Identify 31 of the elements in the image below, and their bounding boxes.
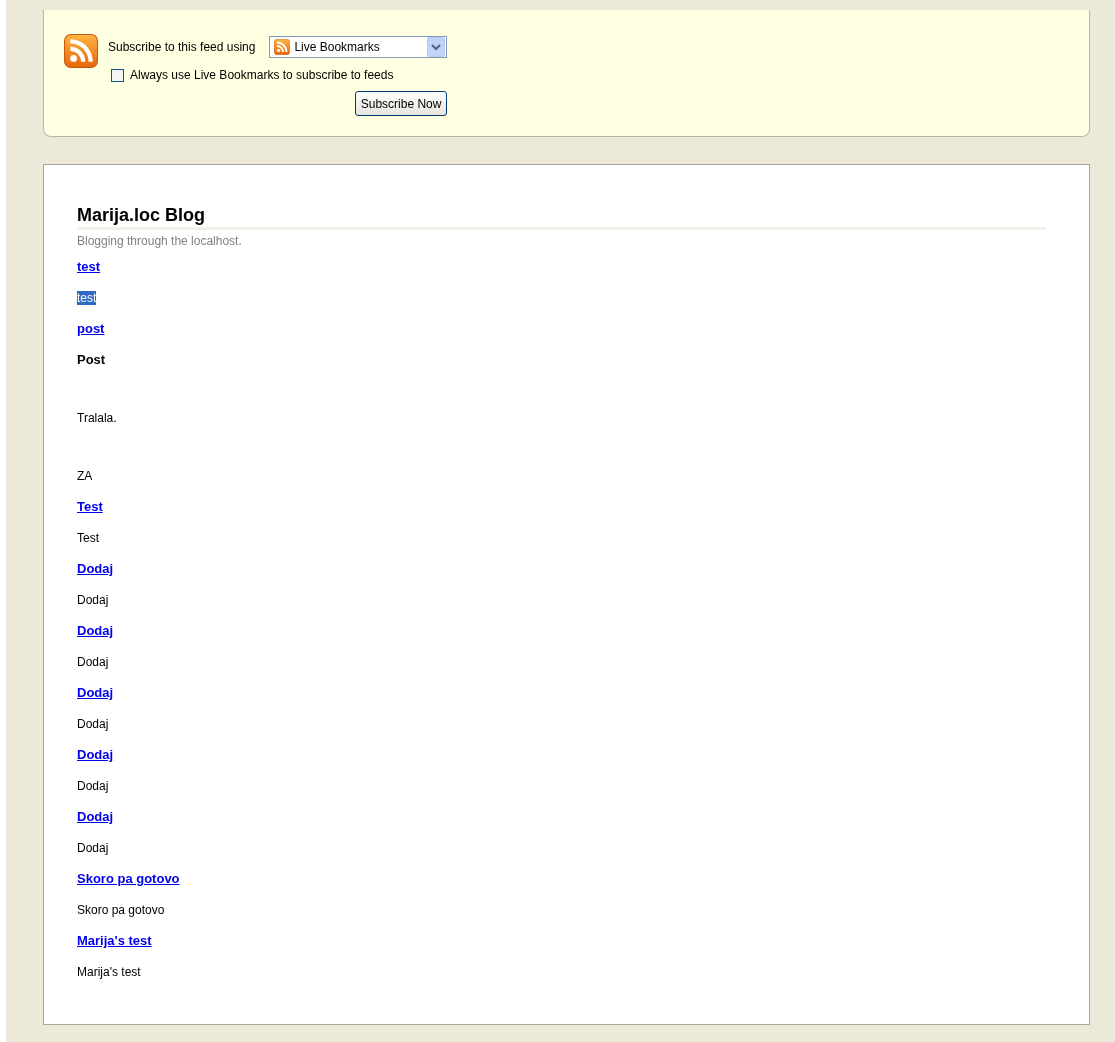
entry-text: Marija's test: [77, 965, 141, 979]
entry-text: Dodaj: [77, 841, 109, 855]
entry-title-link[interactable]: Dodaj: [77, 622, 114, 653]
feed-icon: [64, 34, 98, 68]
blog-tagline: Blogging through the localhost.: [77, 234, 242, 248]
entry-text: Test: [77, 531, 99, 545]
entry-title-link[interactable]: Dodaj: [77, 560, 114, 591]
entry-text: Tralala.: [77, 411, 117, 425]
entry-title-link[interactable]: Test: [77, 498, 103, 529]
entry-text: Dodaj: [77, 779, 109, 793]
entry-text: Dodaj: [77, 655, 109, 669]
subscribe-label: Subscribe to this feed using: [108, 40, 256, 54]
subscribe-button[interactable]: Subscribe Now: [354, 91, 448, 116]
entry-text: Dodaj: [77, 593, 109, 607]
entry-text: Skoro pa gotovo: [77, 903, 165, 917]
checkbox[interactable]: [111, 68, 124, 82]
entry-title-link[interactable]: Skoro pa gotovo: [77, 870, 180, 901]
entry-title-link[interactable]: post: [77, 320, 105, 351]
reader-dropdown[interactable]: Live Bookmarks: [269, 36, 448, 58]
entry-text: test: [77, 291, 97, 305]
entry-title-link[interactable]: Dodaj: [77, 684, 114, 715]
entry-text: ZA: [77, 469, 93, 483]
checkbox-label: Always use Live Bookmarks to subscribe to feeds: [130, 68, 394, 82]
blog-title: Marija.loc Blog: [77, 203, 1046, 230]
entry-title-link[interactable]: Dodaj: [77, 746, 114, 777]
entry-title-link[interactable]: Marija's test: [77, 932, 152, 963]
entry-text: Dodaj: [77, 717, 109, 731]
feed-icon: [274, 39, 291, 55]
entry-title-link[interactable]: test: [77, 258, 101, 289]
entry-title-link[interactable]: Dodaj: [77, 808, 114, 839]
entry-heading: Post: [77, 352, 106, 367]
